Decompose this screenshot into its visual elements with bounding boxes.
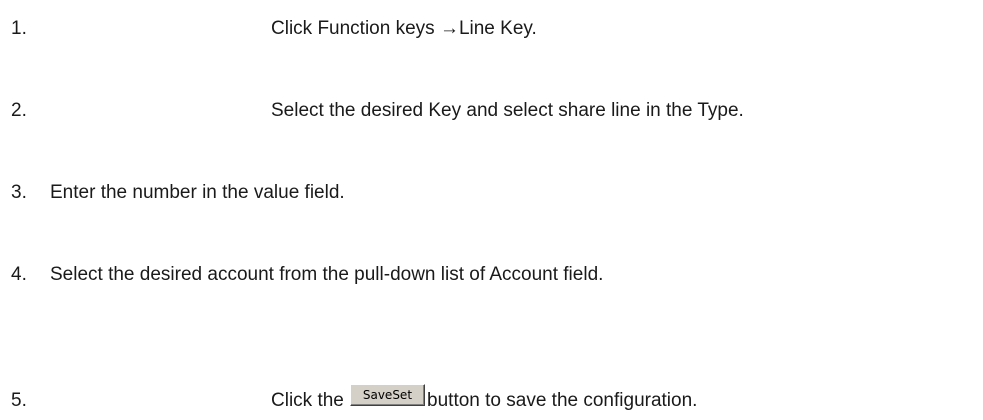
saveset-button[interactable]: SaveSet [349,383,426,406]
step-number: 3. [11,182,27,203]
step-number: 4. [11,264,27,285]
step-number: 1. [11,18,27,39]
step-text-after: button to save the configuration. [427,390,698,411]
step-number: 2. [11,100,27,121]
step-2: 2. Select the desired Key and select sha… [0,96,983,126]
step-4: 4. Select the desired account from the p… [0,260,983,290]
step-text-before: Click the [271,390,344,411]
step-number: 5. [11,390,27,411]
step-text: Select the desired account from the pull… [50,264,604,285]
step-1: 1. Click Function keys →Line Key. [0,14,983,44]
step-text: Click Function keys →Line Key. [271,18,537,39]
step-text: Enter the number in the value field. [50,182,345,203]
step-3: 3. Enter the number in the value field. [0,178,983,208]
step-text: Click the SaveSet button to save the confi… [271,383,698,416]
step-text: Select the desired Key and select share … [271,100,744,121]
step-5: 5. Click the SaveSet button to save the co… [0,383,983,416]
